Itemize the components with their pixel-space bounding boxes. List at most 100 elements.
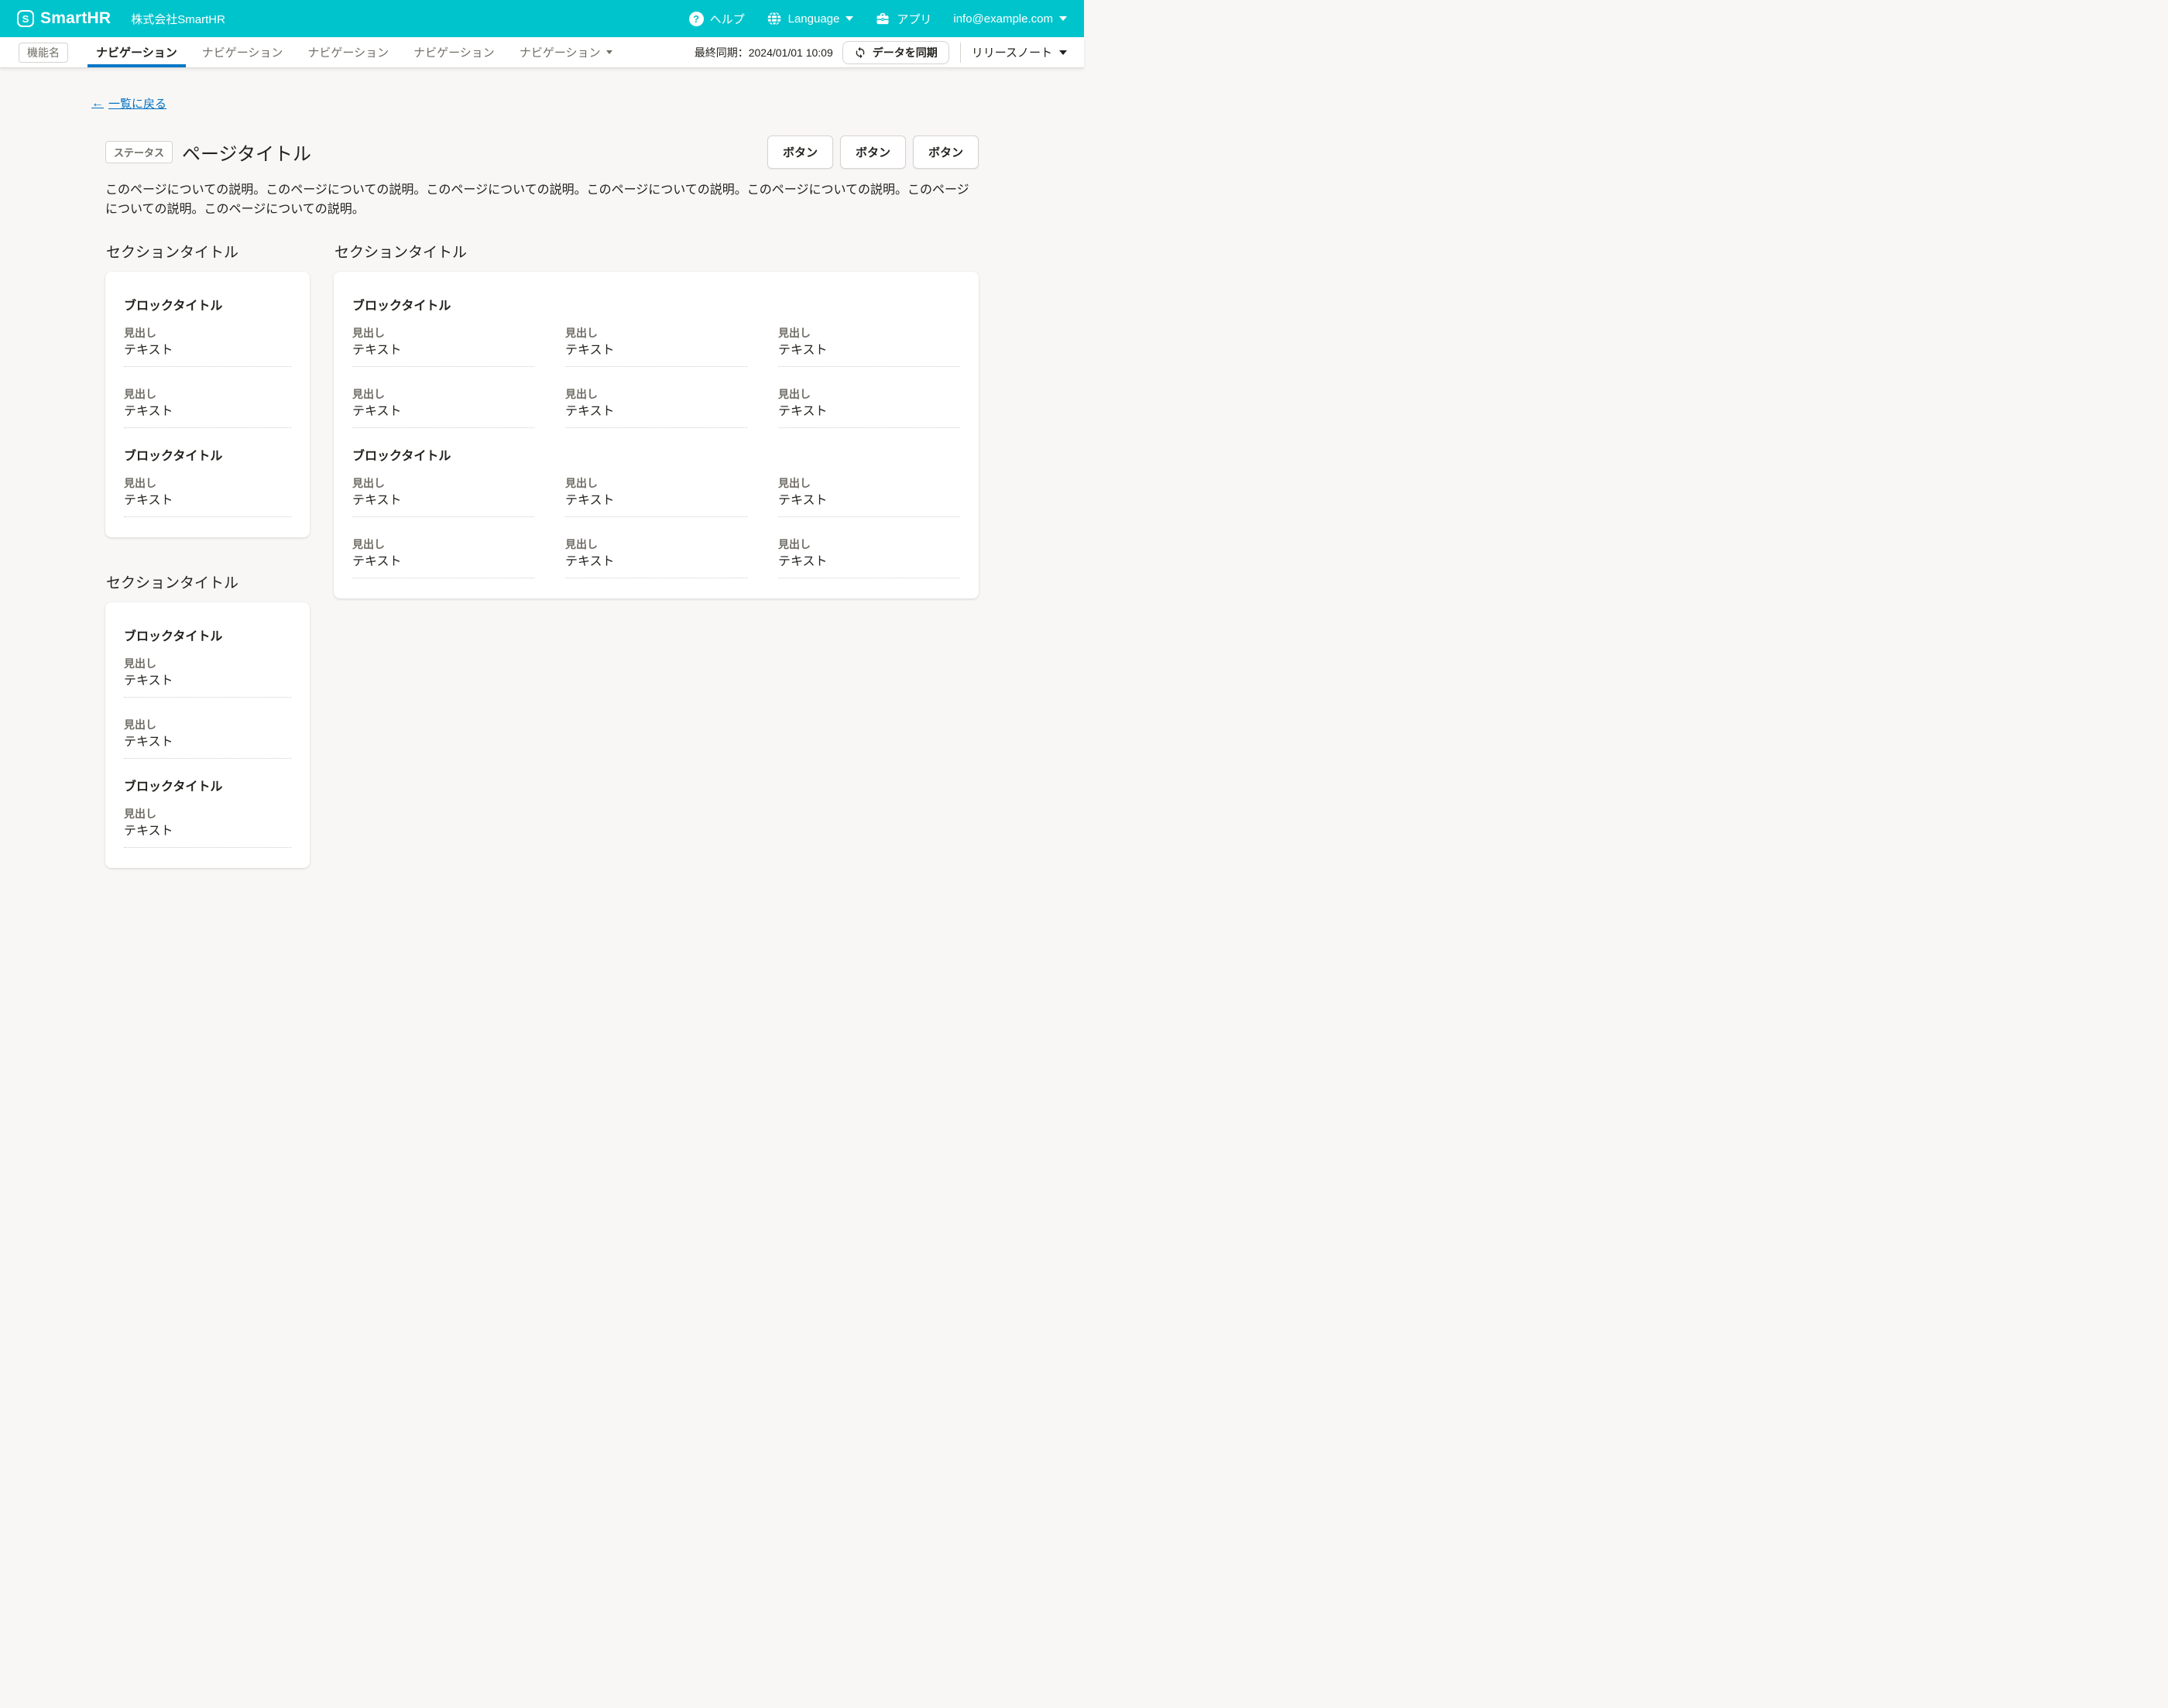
- app-nav: 機能名 ナビゲーションナビゲーションナビゲーションナビゲーションナビゲーション …: [0, 37, 1084, 68]
- definition-description: テキスト: [352, 343, 534, 359]
- page-title-row: ステータス ページタイトル ボタンボタンボタン: [105, 135, 979, 169]
- definition-term: 見出し: [124, 326, 291, 340]
- definition-term: 見出し: [124, 657, 291, 671]
- language-menu-item[interactable]: Language: [767, 11, 854, 26]
- nav-tab-label: ナビゲーション: [413, 44, 495, 60]
- page-description: このページについての説明。このページについての説明。このページについての説明。こ…: [105, 181, 979, 220]
- definition-item: 見出しテキスト: [778, 537, 960, 578]
- column-right: セクションタイトルブロックタイトル見出しテキスト見出しテキスト見出しテキスト見出…: [334, 241, 979, 598]
- definition-description: テキスト: [778, 493, 960, 509]
- definition-item: 見出しテキスト: [565, 537, 747, 578]
- card: ブロックタイトル見出しテキスト見出しテキストブロックタイトル見出しテキスト: [105, 602, 310, 868]
- release-notes-menu[interactable]: リリースノート: [972, 44, 1073, 60]
- block-items: 見出しテキスト見出しテキスト見出しテキスト見出しテキスト見出しテキスト見出しテキ…: [352, 476, 960, 578]
- nav-tab[interactable]: ナビゲーション: [190, 37, 296, 67]
- nav-divider: [960, 43, 961, 63]
- refresh-icon: [854, 46, 866, 59]
- smarthr-logo[interactable]: S SmartHR: [17, 9, 111, 28]
- sync-data-button[interactable]: データを同期: [842, 41, 949, 64]
- section-title: セクションタイトル: [334, 241, 979, 262]
- content-columns: セクションタイトルブロックタイトル見出しテキスト見出しテキストブロックタイトル見…: [105, 241, 979, 887]
- block-title: ブロックタイトル: [124, 295, 291, 314]
- action-button[interactable]: ボタン: [913, 135, 979, 169]
- block: ブロックタイトル見出しテキスト: [124, 445, 291, 517]
- definition-item: 見出しテキスト: [778, 326, 960, 367]
- block-title: ブロックタイトル: [124, 445, 291, 464]
- block: ブロックタイトル見出しテキスト見出しテキスト: [124, 626, 291, 759]
- help-label: ヘルプ: [710, 11, 745, 27]
- definition-term: 見出し: [352, 537, 534, 551]
- block-items: 見出しテキスト: [124, 807, 291, 848]
- definition-item: 見出しテキスト: [565, 326, 747, 367]
- definition-term: 見出し: [565, 387, 747, 401]
- definition-item: 見出しテキスト: [352, 476, 534, 517]
- account-menu-item[interactable]: info@example.com: [953, 12, 1067, 26]
- definition-description: テキスト: [352, 404, 534, 420]
- action-button[interactable]: ボタン: [840, 135, 906, 169]
- nav-tab-label: ナビゲーション: [307, 44, 389, 60]
- nav-tabs: ナビゲーションナビゲーションナビゲーションナビゲーションナビゲーション: [84, 37, 625, 67]
- definition-description: テキスト: [565, 343, 747, 359]
- block-items: 見出しテキスト見出しテキスト: [124, 326, 291, 428]
- block-title: ブロックタイトル: [352, 295, 960, 314]
- block-items: 見出しテキスト: [124, 476, 291, 517]
- release-notes-label: リリースノート: [972, 44, 1052, 60]
- nav-tab[interactable]: ナビゲーション: [507, 37, 625, 67]
- definition-description: テキスト: [565, 404, 747, 420]
- language-label: Language: [788, 12, 840, 26]
- card: ブロックタイトル見出しテキスト見出しテキスト見出しテキスト見出しテキスト見出しテ…: [334, 272, 979, 598]
- definition-item: 見出しテキスト: [124, 657, 291, 698]
- definition-item: 見出しテキスト: [778, 387, 960, 428]
- definition-term: 見出し: [352, 326, 534, 340]
- nav-tab[interactable]: ナビゲーション: [84, 37, 190, 67]
- definition-term: 見出し: [565, 537, 747, 551]
- section: セクションタイトルブロックタイトル見出しテキスト見出しテキストブロックタイトル見…: [105, 571, 310, 868]
- nav-right: 最終同期：2024/01/01 10:09 データを同期 リリースノート: [695, 37, 1073, 67]
- smarthr-logo-icon: S: [17, 10, 34, 27]
- definition-term: 見出し: [778, 387, 960, 401]
- definition-item: 見出しテキスト: [352, 326, 534, 367]
- definition-description: テキスト: [352, 493, 534, 509]
- definition-item: 見出しテキスト: [124, 326, 291, 367]
- section-title: セクションタイトル: [106, 571, 310, 592]
- block-title: ブロックタイトル: [124, 776, 291, 794]
- app-header: S SmartHR 株式会社SmartHR ? ヘルプ Language: [0, 0, 1084, 37]
- definition-term: 見出し: [778, 537, 960, 551]
- nav-tab[interactable]: ナビゲーション: [401, 37, 507, 67]
- definition-description: テキスト: [124, 343, 291, 359]
- definition-description: テキスト: [124, 404, 291, 420]
- block: ブロックタイトル見出しテキスト見出しテキスト: [124, 295, 291, 428]
- sync-data-label: データを同期: [873, 45, 938, 60]
- definition-item: 見出しテキスト: [352, 537, 534, 578]
- apps-label: アプリ: [897, 11, 931, 27]
- globe-icon: [767, 11, 782, 26]
- feature-name-badge: 機能名: [19, 43, 68, 63]
- back-link-label: 一覧に戻る: [108, 95, 166, 111]
- chevron-down-icon: [1059, 16, 1067, 21]
- action-button[interactable]: ボタン: [767, 135, 833, 169]
- definition-term: 見出し: [124, 718, 291, 732]
- definition-description: テキスト: [352, 554, 534, 571]
- help-menu-item[interactable]: ? ヘルプ: [689, 11, 745, 27]
- nav-tab-label: ナビゲーション: [520, 44, 601, 60]
- block-items: 見出しテキスト見出しテキスト: [124, 657, 291, 759]
- chevron-down-icon: [1059, 50, 1067, 55]
- back-to-list-link[interactable]: ← 一覧に戻る: [91, 95, 166, 111]
- block-items: 見出しテキスト見出しテキスト見出しテキスト見出しテキスト見出しテキスト見出しテキ…: [352, 326, 960, 428]
- briefcase-icon: [875, 11, 890, 26]
- nav-tab[interactable]: ナビゲーション: [295, 37, 401, 67]
- chevron-down-icon: [846, 16, 853, 21]
- definition-description: テキスト: [565, 493, 747, 509]
- definition-term: 見出し: [124, 476, 291, 490]
- definition-description: テキスト: [565, 554, 747, 571]
- definition-item: 見出しテキスト: [124, 387, 291, 428]
- definition-term: 見出し: [124, 807, 291, 821]
- definition-item: 見出しテキスト: [778, 476, 960, 517]
- definition-item: 見出しテキスト: [124, 476, 291, 517]
- header-menu: ? ヘルプ Language アプリ: [689, 11, 1067, 27]
- definition-term: 見出し: [565, 326, 747, 340]
- definition-item: 見出しテキスト: [565, 387, 747, 428]
- section: セクションタイトルブロックタイトル見出しテキスト見出しテキストブロックタイトル見…: [105, 241, 310, 537]
- logo-text: SmartHR: [40, 9, 111, 28]
- apps-menu-item[interactable]: アプリ: [875, 11, 931, 27]
